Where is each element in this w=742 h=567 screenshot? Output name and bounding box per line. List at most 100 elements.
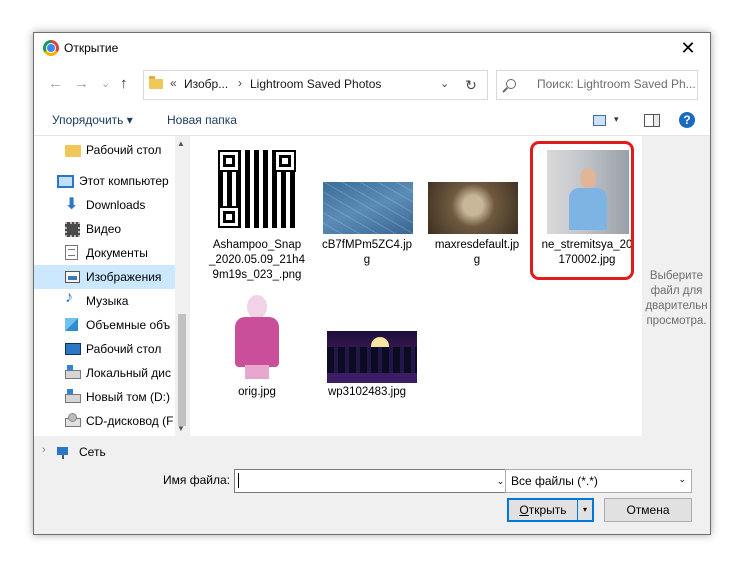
- file-name: orig.jpg: [238, 386, 276, 398]
- search-box[interactable]: Поиск: Lightroom Saved Ph...: [496, 70, 698, 100]
- close-button[interactable]: ✕: [666, 33, 710, 63]
- sidebar-item-cd-drive[interactable]: CD-дисковод (F: [34, 409, 175, 433]
- file-list: Ashampoo_Snap _2020.05.09_21h4 9m19s_023_.…: [190, 136, 642, 436]
- sidebar-item-label: CD-дисковод (F: [86, 414, 174, 428]
- forward-arrow-icon[interactable]: →: [74, 75, 89, 92]
- title-bar: Открытие ✕: [34, 33, 710, 63]
- chevron-right-icon[interactable]: ›: [42, 444, 46, 456]
- sidebar-item-video[interactable]: Видео: [34, 217, 175, 241]
- chrome-icon: [43, 40, 59, 56]
- video-icon: [65, 222, 80, 237]
- scroll-up-icon[interactable]: ▲: [177, 139, 185, 148]
- view-dropdown-icon[interactable]: ▾: [614, 114, 619, 125]
- file-thumbnail: [216, 148, 298, 230]
- file-item[interactable]: Ashampoo_Snap _2020.05.09_21h4 9m19s_023_.…: [207, 144, 307, 284]
- cd-drive-icon: [65, 413, 81, 427]
- refresh-button[interactable]: ↻: [455, 70, 488, 100]
- sidebar-item-this-pc[interactable]: Этот компьютер: [34, 169, 175, 193]
- address-overflow[interactable]: «: [170, 76, 177, 90]
- sidebar-item-label: Этот компьютер: [79, 174, 169, 188]
- folder-icon: [65, 145, 81, 157]
- 3d-objects-icon: [65, 318, 78, 331]
- address-dropdown-icon[interactable]: ⌄: [440, 77, 449, 90]
- file-name: cB7fMPm5ZC4.jp g: [321, 239, 413, 266]
- preview-pane-message: Выберите файл для дварительн просмотра.: [645, 270, 708, 327]
- drive-icon: [65, 389, 81, 403]
- sidebar-item-label: Сеть: [79, 445, 106, 459]
- filetype-dropdown-icon[interactable]: ⌄: [678, 474, 686, 485]
- sidebar-item-local-disk[interactable]: Локальный дис: [34, 361, 175, 385]
- sidebar-item-network[interactable]: › Сеть: [34, 440, 175, 464]
- view-options-icon[interactable]: [593, 115, 606, 126]
- scroll-down-icon[interactable]: ▼: [177, 424, 185, 433]
- recent-locations-icon[interactable]: ⌄: [101, 77, 110, 90]
- sidebar-item-downloads[interactable]: ⬇ Downloads: [34, 193, 175, 217]
- scrollbar-thumb[interactable]: [178, 314, 186, 426]
- filename-label: Имя файла:: [163, 473, 230, 487]
- sidebar-item-label: Новый том (D:): [86, 390, 170, 404]
- cancel-button[interactable]: Отмена: [604, 498, 692, 522]
- file-name: wp3102483.jpg: [327, 386, 406, 398]
- sidebar-item-label: Объемные объ: [86, 318, 171, 332]
- sidebar-item-label: Документы: [86, 246, 148, 260]
- back-arrow-icon[interactable]: ←: [48, 75, 63, 92]
- desktop-icon: [65, 343, 81, 355]
- file-item[interactable]: wp3102483.jpg: [317, 291, 417, 411]
- new-folder-button[interactable]: Новая папка: [167, 113, 237, 127]
- folder-icon: [149, 76, 163, 89]
- sidebar-item-label: Музыка: [86, 294, 129, 308]
- sidebar-item-new-volume[interactable]: Новый том (D:): [34, 385, 175, 409]
- filename-input[interactable]: [234, 469, 492, 493]
- organize-button[interactable]: Упорядочить ▾: [52, 113, 133, 127]
- sidebar-item-label: Видео: [86, 222, 122, 236]
- filetype-value: Все файлы (*.*): [511, 474, 598, 488]
- images-icon: [65, 271, 80, 283]
- sidebar-item-desktop[interactable]: Рабочий стол: [34, 337, 175, 361]
- file-name: Ashampoo_Snap _2020.05.09_21h4 9m19s_023_.…: [209, 239, 305, 281]
- file-item[interactable]: cB7fMPm5ZC4.jp g: [317, 144, 417, 284]
- navigation-bar: ← → ⌄ ↑ « Изобр... › Lightroom Saved Pho…: [34, 63, 710, 105]
- sidebar-item-images[interactable]: Изображения: [34, 265, 175, 289]
- navigation-pane: Рабочий стол Этот компьютер ⬇ Downloads …: [34, 136, 188, 436]
- documents-icon: [65, 245, 78, 260]
- file-name: ne_stremitsya_20 170002.jpg: [541, 239, 633, 266]
- filetype-select[interactable]: Все файлы (*.*) ⌄: [505, 469, 692, 493]
- sidebar-item-label: Рабочий стол: [86, 342, 162, 356]
- open-button-label: ткрыть: [528, 503, 567, 517]
- sidebar-item-label: Downloads: [86, 198, 146, 212]
- file-item[interactable]: maxresdefault.jp g: [427, 144, 527, 284]
- file-item[interactable]: orig.jpg: [207, 291, 307, 411]
- refresh-icon: ↻: [465, 77, 477, 93]
- local-disk-icon: [65, 365, 81, 379]
- search-placeholder: Поиск: Lightroom Saved Ph...: [537, 77, 696, 91]
- file-thumbnail: [547, 150, 629, 234]
- music-icon: ♪: [65, 289, 73, 306]
- sidebar-item-music[interactable]: ♪ Музыка: [34, 289, 175, 313]
- file-thumbnail: [428, 182, 518, 234]
- sidebar-item-label: Изображения: [86, 270, 162, 284]
- sidebar-item-label: Локальный дис: [86, 366, 171, 380]
- file-thumbnail: [327, 331, 417, 383]
- breadcrumb-separator[interactable]: ›: [238, 76, 242, 90]
- up-arrow-icon[interactable]: ↑: [120, 75, 128, 92]
- window-title: Открытие: [64, 41, 119, 55]
- search-icon: [506, 79, 516, 89]
- sidebar-item-documents[interactable]: Документы: [34, 241, 175, 265]
- open-button[interactable]: Открыть: [507, 498, 579, 522]
- open-dropdown-button[interactable]: ▾: [577, 498, 594, 522]
- sidebar-scrollbar[interactable]: ▲ ▼: [175, 136, 188, 436]
- breadcrumb-lightroom[interactable]: Lightroom Saved Photos: [250, 77, 381, 91]
- address-bar[interactable]: « Изобр... › Lightroom Saved Photos ⌄: [143, 70, 457, 100]
- file-name: maxresdefault.jp g: [434, 239, 520, 266]
- file-thumbnail: [223, 291, 291, 381]
- sidebar-item-label: Рабочий стол: [86, 143, 162, 157]
- sidebar-item-desktop-folder[interactable]: Рабочий стол: [34, 138, 175, 162]
- file-item[interactable]: ne_stremitsya_20 170002.jpg: [537, 144, 637, 284]
- sidebar-item-3d-objects[interactable]: Объемные объ: [34, 313, 175, 337]
- open-button-accesskey: О: [519, 503, 529, 517]
- network-icon: [57, 447, 68, 459]
- breadcrumb-images[interactable]: Изобр...: [184, 77, 228, 91]
- file-thumbnail: [323, 182, 413, 234]
- preview-pane-icon[interactable]: [644, 114, 660, 127]
- help-icon[interactable]: ?: [679, 112, 695, 128]
